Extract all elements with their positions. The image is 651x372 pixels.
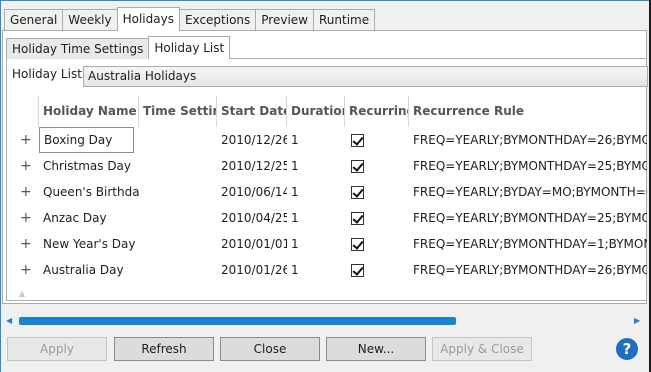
recurrence-rule-cell[interactable]: FREQ=YEARLY;BYMONTHDAY=25;BYMONTH=4 bbox=[409, 205, 647, 231]
recurring-checkbox[interactable] bbox=[351, 238, 364, 251]
tab-holiday-time-settings[interactable]: Holiday Time Settings bbox=[6, 38, 150, 59]
tab-runtime[interactable]: Runtime bbox=[313, 9, 376, 31]
holiday-subtab-strip: Holiday Time Settings Holiday List bbox=[6, 36, 231, 59]
table-row[interactable]: + Queen's Birthday 2010/06/14 1 FREQ=YEA… bbox=[7, 179, 647, 205]
start-date-cell[interactable]: 2010/06/14 bbox=[217, 179, 287, 205]
holiday-name-cell[interactable]: Australia Day bbox=[39, 257, 139, 283]
holiday-list-label: Holiday List: bbox=[12, 67, 86, 81]
expand-row-icon[interactable]: + bbox=[20, 127, 32, 153]
tab-general[interactable]: General bbox=[4, 9, 64, 31]
holiday-name-cell[interactable]: New Year's Day bbox=[39, 231, 139, 257]
start-date-cell[interactable]: 2010/01/01 bbox=[217, 231, 287, 257]
duration-cell[interactable]: 1 bbox=[287, 153, 345, 179]
apply-button[interactable]: Apply bbox=[7, 337, 107, 361]
horizontal-scrollbar[interactable]: ◀ ▶ bbox=[4, 315, 644, 327]
start-date-cell[interactable]: 2010/04/25 bbox=[217, 205, 287, 231]
tab-holidays[interactable]: Holidays bbox=[116, 7, 180, 31]
start-date-cell[interactable]: 2010/12/25 bbox=[217, 153, 287, 179]
duration-cell[interactable]: 1 bbox=[287, 205, 345, 231]
column-header-time-setting[interactable]: Time Setting bbox=[139, 96, 217, 127]
column-header-recurrence-rule[interactable]: Recurrence Rule bbox=[409, 96, 647, 127]
expand-row-icon[interactable]: + bbox=[20, 205, 32, 231]
table-row[interactable]: + Christmas Day 2010/12/25 1 FREQ=YEARLY… bbox=[7, 153, 647, 179]
tab-weekly[interactable]: Weekly bbox=[62, 9, 118, 31]
expand-column-header bbox=[7, 96, 39, 127]
duration-cell[interactable]: 1 bbox=[287, 179, 345, 205]
recurrence-rule-cell[interactable]: FREQ=YEARLY;BYMONTHDAY=26;BYMONTH=12 bbox=[409, 127, 647, 153]
duration-cell[interactable]: 1 bbox=[287, 231, 345, 257]
column-header-duration[interactable]: Duration bbox=[287, 96, 345, 127]
scroll-right-icon[interactable]: ▶ bbox=[634, 315, 640, 327]
holiday-name-cell[interactable]: Queen's Birthday bbox=[39, 179, 139, 205]
table-row[interactable]: + Australia Day 2010/01/26 1 FREQ=YEARLY… bbox=[7, 257, 647, 283]
scroll-left-icon[interactable]: ◀ bbox=[6, 315, 12, 327]
expand-row-icon[interactable]: + bbox=[20, 231, 32, 257]
table-row[interactable]: + Anzac Day 2010/04/25 1 FREQ=YEARLY;BYM… bbox=[7, 205, 647, 231]
expand-row-icon[interactable]: + bbox=[20, 153, 32, 179]
recurring-checkbox[interactable] bbox=[351, 186, 364, 199]
recurring-checkbox[interactable] bbox=[351, 212, 364, 225]
column-header-holiday-name[interactable]: Holiday Name bbox=[39, 96, 139, 127]
table-row[interactable]: + Boxing Day 2010/12/26 1 FREQ=YEARLY;BY… bbox=[7, 127, 647, 153]
recurrence-rule-cell[interactable]: FREQ=YEARLY;BYMONTHDAY=25;BYMONTH=12 bbox=[409, 153, 647, 179]
holiday-name-cell[interactable]: Anzac Day bbox=[39, 205, 139, 231]
holiday-grid: Holiday Name Time Setting Start Date Dur… bbox=[7, 96, 647, 300]
column-header-recurring[interactable]: Recurring bbox=[345, 96, 409, 127]
main-tab-strip: General Weekly Holidays Exceptions Previ… bbox=[4, 7, 376, 31]
help-icon[interactable]: ? bbox=[616, 338, 638, 360]
table-row[interactable]: + New Year's Day 2010/01/01 1 FREQ=YEARL… bbox=[7, 231, 647, 257]
holiday-name-cell[interactable]: Boxing Day bbox=[39, 127, 134, 153]
holiday-name-cell[interactable]: Christmas Day bbox=[39, 153, 139, 179]
duration-cell[interactable]: 1 bbox=[287, 127, 345, 153]
tab-holiday-list[interactable]: Holiday List bbox=[148, 36, 231, 59]
recurring-checkbox[interactable] bbox=[351, 160, 364, 173]
recurring-checkbox[interactable] bbox=[351, 264, 364, 277]
expand-row-icon[interactable]: + bbox=[20, 179, 32, 205]
scroll-track[interactable] bbox=[19, 317, 634, 325]
column-header-start-date[interactable]: Start Date bbox=[217, 96, 287, 127]
recurrence-rule-cell[interactable]: FREQ=YEARLY;BYMONTHDAY=26;BYMONTH=1 bbox=[409, 257, 647, 283]
tab-exceptions[interactable]: Exceptions bbox=[178, 9, 257, 31]
apply-and-close-button[interactable]: Apply & Close bbox=[432, 337, 532, 361]
recurrence-rule-cell[interactable]: FREQ=YEARLY;BYDAY=MO;BYMONTH=6;BYSETPOS=… bbox=[409, 179, 647, 205]
new-button[interactable]: New... bbox=[326, 337, 426, 361]
start-date-cell[interactable]: 2010/12/26 bbox=[217, 127, 287, 153]
holiday-list-select[interactable]: Australia Holidays bbox=[83, 66, 648, 87]
expand-row-icon[interactable]: + bbox=[20, 257, 32, 283]
grid-header: Holiday Name Time Setting Start Date Dur… bbox=[7, 96, 647, 127]
recurring-checkbox[interactable] bbox=[351, 134, 364, 147]
refresh-button[interactable]: Refresh bbox=[114, 337, 214, 361]
tab-preview[interactable]: Preview bbox=[255, 9, 314, 31]
close-button[interactable]: Close bbox=[220, 337, 320, 361]
duration-cell[interactable]: 1 bbox=[287, 257, 345, 283]
recurrence-rule-cell[interactable]: FREQ=YEARLY;BYMONTHDAY=1;BYMONTH=1 bbox=[409, 231, 647, 257]
start-date-cell[interactable]: 2010/01/26 bbox=[217, 257, 287, 283]
scroll-thumb[interactable] bbox=[19, 317, 456, 325]
grid-scroll-hint-icon: ▲ bbox=[19, 289, 26, 298]
